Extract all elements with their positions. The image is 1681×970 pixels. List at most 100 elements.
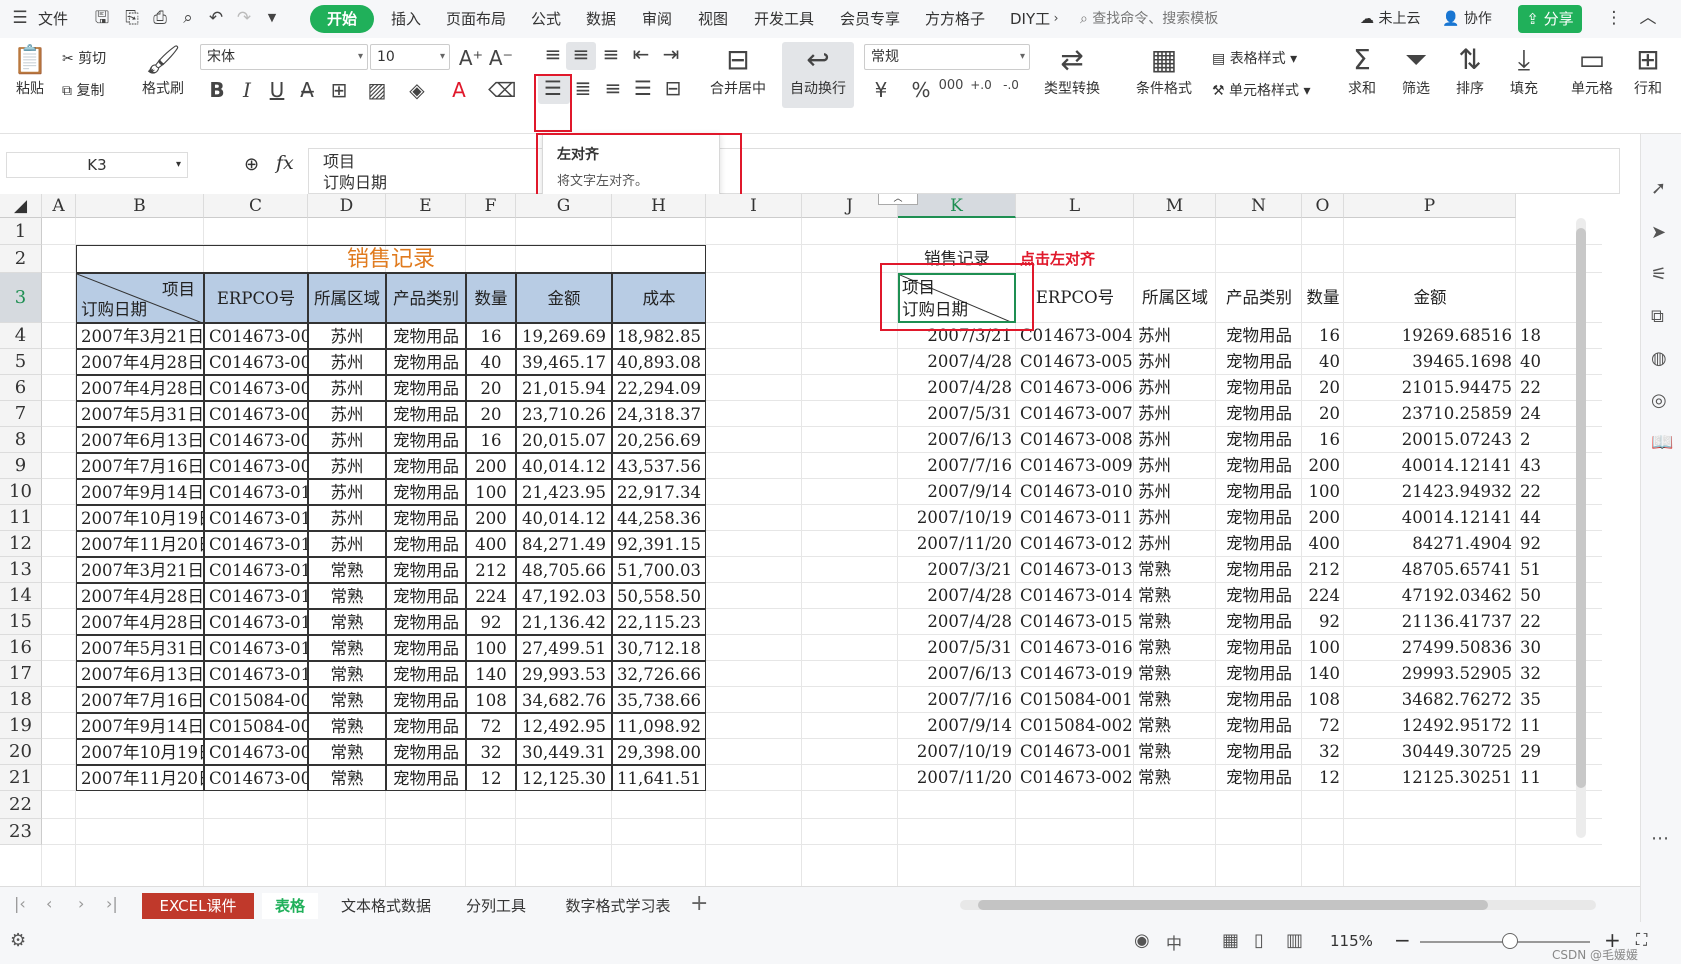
left-cell[interactable]: 22,115.23 [612, 609, 706, 635]
right-cell[interactable]: 2007/5/31 [898, 635, 1016, 661]
row-header-11[interactable]: 11 [0, 505, 42, 531]
left-cell[interactable]: 108 [466, 687, 516, 713]
sheet-tab-excel-course[interactable]: EXCEL课件 [142, 893, 254, 919]
left-cell[interactable]: 50,558.50 [612, 583, 706, 609]
right-cell[interactable]: 12125.30251 [1344, 765, 1516, 791]
right-cell[interactable]: 34682.76272 [1344, 687, 1516, 713]
decrease-indent-icon[interactable]: ⇤ [628, 42, 654, 66]
align-top-icon[interactable]: ≡ [540, 42, 566, 66]
left-cell[interactable]: 21,136.42 [516, 609, 612, 635]
left-cell[interactable]: 2007年9月14日 [76, 479, 204, 505]
book-icon[interactable]: 📖 [1651, 432, 1673, 453]
row-header-6[interactable]: 6 [0, 375, 42, 401]
chevron-right-icon[interactable]: › [1046, 8, 1066, 28]
right-cell[interactable]: 22 [1516, 375, 1545, 401]
left-cell[interactable]: 200 [466, 453, 516, 479]
right-cell[interactable]: 苏州 [1134, 349, 1216, 375]
right-cell[interactable]: 2007/3/21 [898, 557, 1016, 583]
right-cell[interactable]: 2 [1516, 427, 1535, 453]
right-cell[interactable]: 2007/9/14 [898, 479, 1016, 505]
right-cell[interactable]: 43 [1516, 453, 1545, 479]
zoom-out-icon[interactable]: − [1394, 928, 1411, 952]
right-header-5[interactable]: 金额 [1344, 273, 1516, 323]
right-cell[interactable]: C014673-014 [1016, 583, 1134, 609]
right-cell[interactable]: 22 [1516, 479, 1545, 505]
left-cell[interactable]: 宠物用品 [386, 453, 466, 479]
first-sheet-icon[interactable]: |‹ [14, 894, 26, 913]
right-cell[interactable]: 200 [1302, 505, 1344, 531]
fx-label[interactable]: fx [276, 152, 294, 174]
underline-button[interactable]: U [264, 78, 290, 102]
left-cell[interactable]: 39,465.17 [516, 349, 612, 375]
right-cell[interactable]: 400 [1302, 531, 1344, 557]
sheet-tab-number-format[interactable]: 数字格式学习表 [556, 893, 680, 919]
left-cell[interactable]: C014673-010 [204, 479, 308, 505]
left-cell[interactable]: 宠物用品 [386, 401, 466, 427]
save-icon[interactable]: 🖫 [92, 8, 112, 28]
preview-icon[interactable]: ⌕ [178, 8, 198, 28]
left-cell[interactable]: 2007年11月20日 [76, 531, 204, 557]
column-header-m[interactable]: M [1134, 194, 1216, 218]
row-header-22[interactable]: 22 [0, 791, 42, 819]
right-cell[interactable]: 224 [1302, 583, 1344, 609]
left-cell[interactable]: C014673-014 [204, 583, 308, 609]
right-cell[interactable]: 40 [1302, 349, 1344, 375]
right-cell[interactable]: C014673-011 [1016, 505, 1134, 531]
search-command[interactable]: ⌕ 查找命令、搜索模板 [1080, 8, 1218, 28]
left-cell[interactable]: 2007年6月13日 [76, 427, 204, 453]
left-cell[interactable]: 苏州 [308, 505, 386, 531]
vertical-scroll-thumb[interactable] [1576, 228, 1586, 788]
right-cell[interactable]: 宠物用品 [1216, 375, 1302, 401]
right-cell[interactable]: 常熟 [1134, 557, 1216, 583]
right-cell[interactable]: 16 [1302, 427, 1344, 453]
thousands-icon[interactable]: 000 [938, 78, 964, 93]
right-cell[interactable]: 苏州 [1134, 479, 1216, 505]
file-menu[interactable]: 文件 [38, 8, 68, 29]
tab-view[interactable]: 视图 [698, 8, 728, 29]
left-cell[interactable]: 宠物用品 [386, 349, 466, 375]
right-cell[interactable]: C014673-001 [1016, 739, 1134, 765]
left-cell[interactable]: 苏州 [308, 427, 386, 453]
left-cell[interactable]: 29,398.00 [612, 739, 706, 765]
break-view-icon[interactable]: ▥ [1286, 930, 1303, 951]
collab-button[interactable]: 👤 协作 [1442, 8, 1492, 28]
right-cell[interactable]: C014673-002 [1016, 765, 1134, 791]
left-cell[interactable]: 27,499.51 [516, 635, 612, 661]
left-cell[interactable]: 宠物用品 [386, 635, 466, 661]
column-header-n[interactable]: N [1216, 194, 1302, 218]
left-cell[interactable]: 2007年10月19日 [76, 739, 204, 765]
right-cell[interactable]: 84271.4904 [1344, 531, 1516, 557]
left-cell[interactable]: 2007年7月16日 [76, 687, 204, 713]
column-header-e[interactable]: E [386, 194, 466, 218]
left-cell[interactable]: C014673-009 [204, 453, 308, 479]
left-cell[interactable]: 2007年3月21日 [76, 323, 204, 349]
right-cell[interactable]: 12492.95172 [1344, 713, 1516, 739]
right-cell[interactable]: 苏州 [1134, 505, 1216, 531]
left-cell[interactable]: 常熟 [308, 609, 386, 635]
left-cell[interactable]: C014673-016 [204, 635, 308, 661]
right-cell[interactable]: 宠物用品 [1216, 635, 1302, 661]
right-cell[interactable]: C014673-013 [1016, 557, 1134, 583]
right-cell[interactable]: C014673-008 [1016, 427, 1134, 453]
left-cell[interactable]: 40 [466, 349, 516, 375]
right-cell[interactable]: 2007/4/28 [898, 583, 1016, 609]
wrap-text-button[interactable]: ↩ 自动换行 [782, 42, 854, 98]
bold-button[interactable]: B [204, 78, 230, 102]
column-header-g[interactable]: G [516, 194, 612, 218]
normal-view-icon[interactable]: ▦ [1222, 930, 1239, 951]
tab-page-layout[interactable]: 页面布局 [446, 8, 506, 29]
left-cell[interactable]: 苏州 [308, 349, 386, 375]
row-header-19[interactable]: 19 [0, 713, 42, 739]
right-cell[interactable]: 宠物用品 [1216, 583, 1302, 609]
right-cell[interactable]: 2007/4/28 [898, 609, 1016, 635]
left-cell[interactable]: 22,917.34 [612, 479, 706, 505]
left-cell[interactable]: 12 [466, 765, 516, 791]
right-cell[interactable]: 20 [1302, 401, 1344, 427]
sort-button[interactable]: ⇅ 排序 [1448, 42, 1492, 98]
justify-icon[interactable]: ☰ [630, 76, 656, 100]
right-cell[interactable]: 苏州 [1134, 375, 1216, 401]
tab-data[interactable]: 数据 [586, 8, 616, 29]
collapse-handle-icon[interactable]: ︿ [878, 194, 918, 205]
right-cell[interactable]: 2007/4/28 [898, 375, 1016, 401]
right-cell[interactable]: 宠物用品 [1216, 505, 1302, 531]
